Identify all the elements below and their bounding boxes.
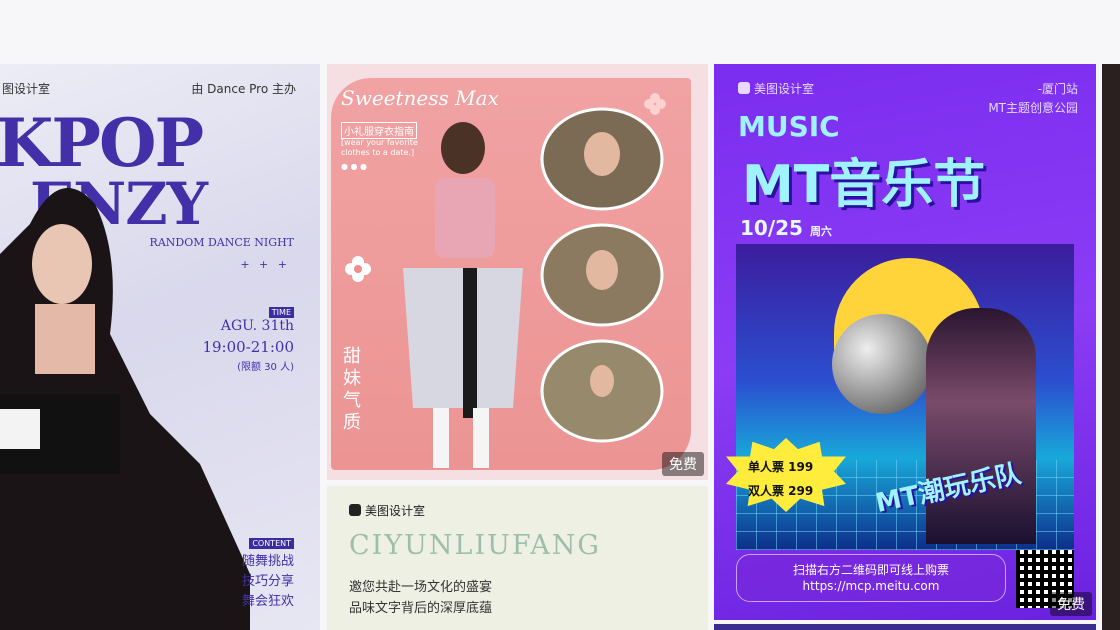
qr-instruction: 扫描右方二维码即可线上购票 [792, 563, 949, 577]
meitu-logo-icon [349, 504, 361, 516]
template-card-ciyunliufang[interactable]: 美图设计室 CIYUNLIUFANG 邀您共赴一场文化的盛宴 品味文字背后的深厚… [327, 486, 708, 630]
festival-date: 10/25 周六 [740, 216, 832, 240]
time-tag: TIME [268, 307, 294, 318]
content-tag: CONTENT [249, 538, 294, 549]
date-text: 10/25 [740, 216, 803, 240]
poster-title: CIYUNLIUFANG [349, 530, 601, 561]
weekday-text: 周六 [809, 225, 832, 238]
brand-label: 美图设计室 [738, 80, 814, 97]
price-double: 双人票 299 [748, 484, 814, 498]
content-item: 舞会狂欢 [241, 594, 294, 609]
host-label: 由 Dance Pro 主办 [191, 82, 296, 96]
poster-line: 品味文字背后的深厚底蕴 [349, 601, 493, 616]
model-photo [403, 122, 523, 468]
music-label: MUSIC [738, 110, 840, 143]
poster-subtitle: RANDOM DANCE NIGHT [149, 236, 294, 249]
free-badge: 免费 [662, 452, 704, 476]
template-card-sweetness[interactable]: Sweetness Max 小礼服穿衣指南 [wear your favorit… [327, 64, 708, 480]
dancer-photo [0, 188, 250, 630]
performer-photo [926, 308, 1036, 544]
photo-circle [540, 107, 664, 211]
meitu-logo-icon [738, 82, 750, 94]
city-label: -厦门站 [1037, 82, 1078, 96]
template-card-partial[interactable] [1102, 64, 1120, 630]
poster-line: 邀您共赴一场文化的盛宴 [349, 580, 493, 595]
price-single: 单人票 199 [748, 460, 814, 474]
free-badge: 免费 [1050, 592, 1092, 616]
ticket-box: 扫描右方二维码即可线上购票 https://mcp.meitu.com [736, 554, 1006, 602]
event-hours: 19:00-21:00 [202, 338, 294, 356]
flower-icon [345, 256, 371, 282]
brand-label: 美图设计室 [349, 502, 425, 519]
vertical-slogan: 甜妹气质 [343, 346, 361, 433]
brand-label: 图设计室 [2, 82, 51, 96]
ticket-url: https://mcp.meitu.com [802, 579, 940, 593]
content-item: 随舞挑战 [241, 554, 294, 569]
event-date: AGU. 31th [220, 318, 294, 334]
decor-stars: + + + [240, 258, 290, 271]
photo-circle [540, 339, 664, 443]
festival-title: MT音乐节 [742, 155, 986, 215]
venue-label: MT主题创意公园 [988, 101, 1078, 115]
content-item: 技巧分享 [241, 574, 294, 589]
top-bar [0, 0, 1120, 64]
script-title: Sweetness Max [341, 86, 499, 110]
event-limit: (限额 30 人) [237, 362, 294, 373]
template-card-kpop[interactable]: 图设计室 由 Dance Pro 主办 KPOP ENZY RANDOM DAN… [0, 64, 320, 630]
photo-circle [540, 223, 664, 327]
dots-icon: ● ● ● [341, 162, 368, 171]
template-card-music-festival[interactable]: 美图设计室 -厦门站 MT主题创意公园 MUSIC MT音乐节 10/25 周六… [714, 64, 1096, 620]
brand-text: 美图设计室 [754, 82, 815, 96]
template-card-partial-bottom[interactable] [714, 624, 1096, 630]
brand-text: 美图设计室 [365, 504, 426, 518]
disco-ball-icon [832, 314, 932, 414]
